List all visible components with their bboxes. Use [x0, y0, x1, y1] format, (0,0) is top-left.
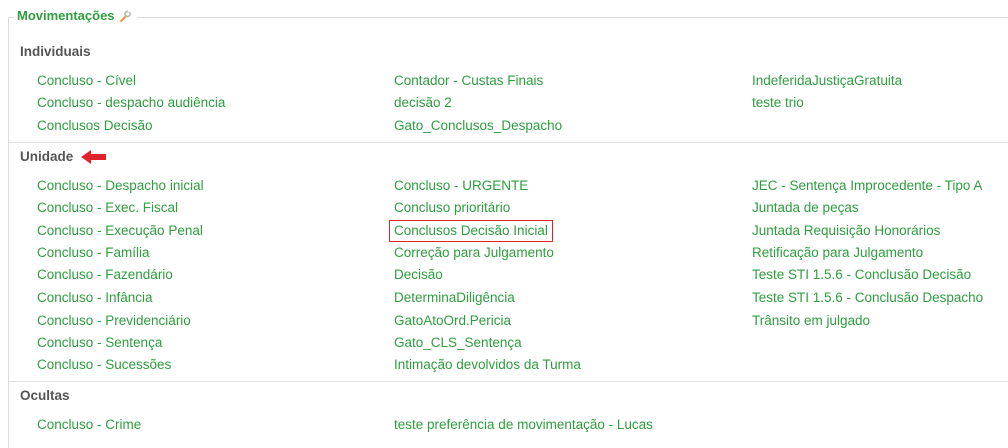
movement-link[interactable]: Conclusos Decisão	[37, 117, 153, 135]
movement-link[interactable]: Gato_Conclusos_Despacho	[394, 117, 562, 135]
section-title-individuais: Individuais	[20, 44, 91, 59]
movement-link[interactable]: Teste STI 1.5.6 - Conclusão Despacho	[752, 289, 983, 307]
movement-link[interactable]: Decisão	[394, 266, 443, 284]
wrench-icon[interactable]	[118, 9, 132, 23]
movement-link[interactable]: GatoAtoOrd.Pericia	[394, 312, 511, 330]
section-title-ocultas: Ocultas	[20, 388, 70, 403]
movement-link[interactable]: Concluso - Crime	[37, 416, 141, 434]
movement-link[interactable]: Concluso - Infância	[37, 289, 153, 307]
movement-link[interactable]: Contador - Custas Finais	[394, 72, 543, 90]
section-title-unidade: Unidade	[20, 149, 74, 164]
movement-link[interactable]: Teste STI 1.5.6 - Conclusão Decisão	[752, 266, 971, 284]
movement-link[interactable]: Concluso - Execução Penal	[37, 222, 203, 240]
movement-link[interactable]: teste preferência de movimentação - Luca…	[394, 416, 653, 434]
movement-link[interactable]: Concluso - despacho audiência	[37, 94, 225, 112]
movement-link[interactable]: Concluso - Despacho inicial	[37, 177, 204, 195]
movement-link[interactable]: Retificação para Julgamento	[752, 244, 923, 262]
movement-link[interactable]: Trânsito em julgado	[752, 312, 870, 330]
movement-link[interactable]: Concluso - Fazendário	[37, 266, 173, 284]
section-ocultas: Ocultas	[20, 388, 70, 403]
divider	[9, 381, 1008, 382]
movement-link[interactable]: DeterminaDiligência	[394, 289, 515, 307]
movement-link[interactable]: JEC - Sentença Improcedente - Tipo A	[752, 177, 982, 195]
section-individuais: Individuais	[20, 44, 91, 59]
movement-link[interactable]: Concluso - Exec. Fiscal	[37, 199, 178, 217]
movement-link[interactable]: teste trio	[752, 94, 804, 112]
movement-link-highlighted[interactable]: Conclusos Decisão Inicial	[389, 220, 553, 242]
movement-link[interactable]: Correção para Julgamento	[394, 244, 554, 262]
movement-link[interactable]: Juntada Requisição Honorários	[752, 222, 940, 240]
movement-link[interactable]: Gato_CLS_Sentença	[394, 334, 522, 352]
movement-link[interactable]: IndeferidaJustiçaGratuita	[752, 72, 902, 90]
movement-link[interactable]: Juntada de peças	[752, 199, 859, 217]
movement-link[interactable]: decisão 2	[394, 94, 452, 112]
movement-link[interactable]: Concluso - URGENTE	[394, 177, 528, 195]
movement-link[interactable]: Concluso - Sucessões	[37, 356, 171, 374]
legend-title: Movimentações	[17, 8, 115, 23]
section-unidade: Unidade	[20, 149, 107, 164]
fieldset-legend: Movimentações	[14, 8, 137, 23]
movement-link[interactable]: Concluso - Família	[37, 244, 150, 262]
movement-link[interactable]: Intimação devolvidos da Turma	[394, 356, 581, 374]
movement-link[interactable]: Concluso - Sentença	[37, 334, 162, 352]
divider	[9, 142, 1008, 143]
movement-link[interactable]: Concluso prioritário	[394, 199, 510, 217]
left-arrow-icon	[81, 149, 107, 164]
movement-link[interactable]: Concluso - Cível	[37, 72, 136, 90]
movement-link[interactable]: Concluso - Previdenciário	[37, 312, 191, 330]
